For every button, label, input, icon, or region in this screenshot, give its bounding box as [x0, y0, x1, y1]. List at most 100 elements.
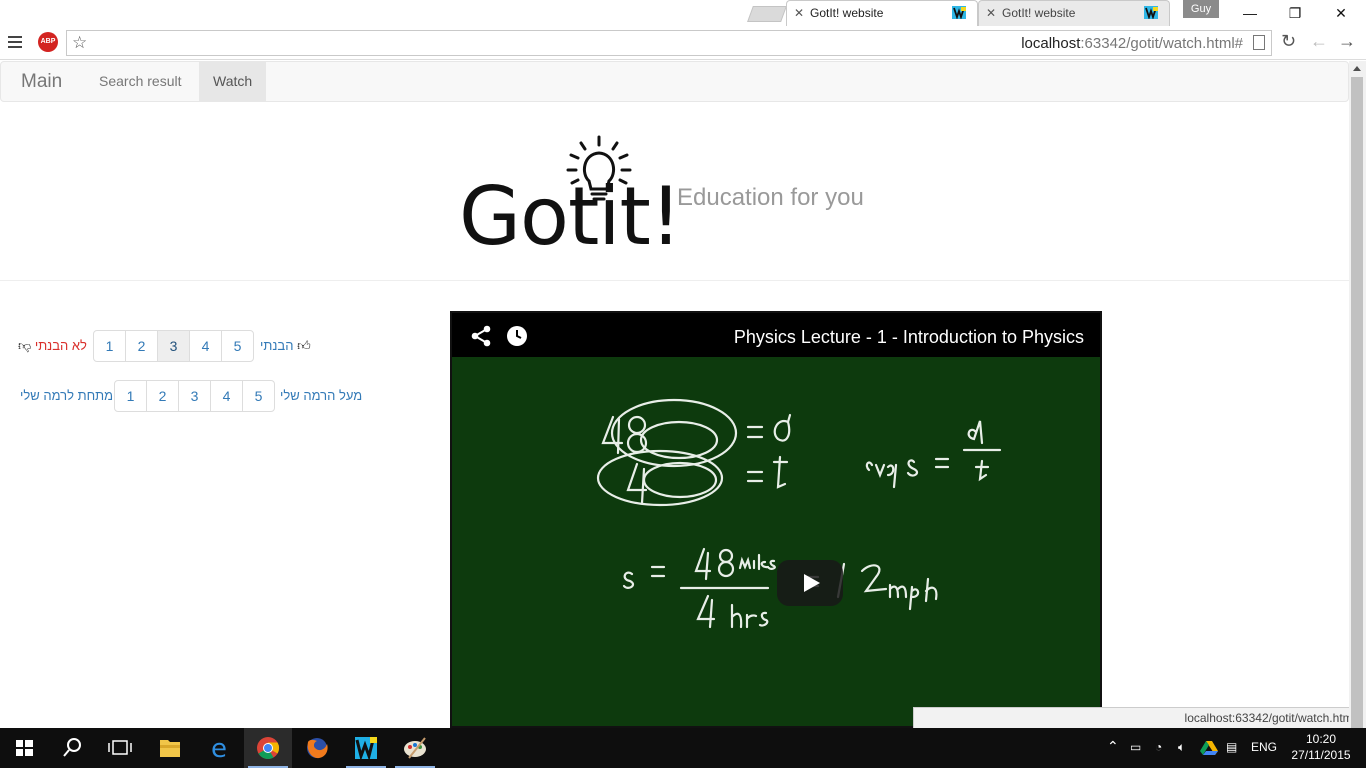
windows-taskbar: e ⌃ ▭ ◔ 🔈︎ ▤ ENG 10:20 27/11/2015 — [0, 728, 1366, 768]
input-language[interactable]: ENG — [1251, 740, 1277, 754]
video-player[interactable]: Physics Lecture - 1 - Introduction to Ph… — [450, 311, 1102, 728]
firefox-button[interactable] — [293, 728, 341, 768]
minimize-icon[interactable]: — — [1227, 0, 1273, 26]
webstorm-button[interactable] — [342, 728, 390, 768]
page-scrollbar[interactable] — [1349, 61, 1366, 733]
new-tab-button[interactable] — [747, 6, 787, 22]
understanding-rating: 👎︎ לא הבנתי 1 2 3 4 5 הבנתי 👍︎ — [18, 330, 318, 362]
bookmark-star-icon[interactable]: ☆ — [72, 33, 87, 53]
not-understood-label[interactable]: 👎︎ לא הבנתי — [18, 338, 87, 354]
understanding-pagination: 1 2 3 4 5 — [93, 330, 254, 362]
edge-icon: e — [211, 734, 227, 764]
play-icon — [804, 574, 820, 592]
level-rating: מתחת לרמה שלי 1 2 3 4 5 מעל הרמה שלי — [18, 380, 363, 412]
nav-watch[interactable]: Watch — [199, 62, 267, 101]
paint-palette-icon — [404, 737, 426, 759]
start-button[interactable] — [0, 728, 48, 768]
taskbar-clock[interactable]: 10:20 27/11/2015 — [1288, 731, 1354, 763]
not-understood-text: לא הבנתי — [34, 338, 87, 353]
logo-wordmark: Gotit! — [459, 170, 682, 263]
tab-title: GotIt! website — [810, 6, 884, 20]
address-toolbar: ABP ☆ localhost:63342/gotit/watch.html# … — [0, 26, 1366, 60]
firefox-icon — [307, 738, 328, 759]
svg-text:e: e — [211, 734, 227, 764]
thumbs-up-icon: 👍︎ — [297, 338, 311, 353]
folder-icon — [160, 740, 180, 757]
action-center-icon[interactable]: ▤ — [1226, 740, 1237, 754]
reload-icon[interactable]: ↻ — [1281, 31, 1296, 52]
understanding-option-1[interactable]: 1 — [93, 330, 126, 362]
header-divider — [0, 280, 1349, 281]
show-hidden-icons[interactable]: ⌃ — [1107, 738, 1119, 755]
adblock-icon[interactable]: ABP — [38, 32, 58, 52]
level-option-3[interactable]: 3 — [178, 380, 211, 412]
webstorm-favicon-icon — [952, 6, 966, 19]
below-level-label[interactable]: מתחת לרמה שלי — [20, 388, 113, 403]
clock-date: 27/11/2015 — [1291, 748, 1351, 762]
status-bubble: localhost:63342/gotit/watch.html# — [913, 707, 1366, 728]
understanding-option-2[interactable]: 2 — [125, 330, 158, 362]
forward-icon[interactable]: ← — [1310, 31, 1328, 52]
above-level-label[interactable]: מעל הרמה שלי — [280, 388, 362, 403]
tab-close-icon[interactable]: ✕ — [986, 6, 996, 20]
battery-icon[interactable]: ▭ — [1130, 740, 1141, 754]
scrollbar-thumb[interactable] — [1351, 77, 1363, 733]
url-host: localhost — [1021, 35, 1081, 52]
understanding-option-4[interactable]: 4 — [189, 330, 222, 362]
level-option-1[interactable]: 1 — [114, 380, 147, 412]
file-explorer-button[interactable] — [146, 728, 194, 768]
webstorm-favicon-icon — [1144, 6, 1158, 19]
gotit-logo: Gotit! — [459, 134, 682, 260]
level-option-5[interactable]: 5 — [242, 380, 275, 412]
paint-button[interactable] — [391, 728, 439, 768]
chalkboard-frame — [452, 357, 1100, 726]
tab-gotit-active[interactable]: ✕ GotIt! website — [786, 0, 978, 26]
volume-icon[interactable]: 🔈︎ — [1178, 740, 1185, 755]
navbar-brand[interactable]: Main — [21, 71, 62, 93]
understood-label[interactable]: הבנתי 👍︎ — [260, 338, 311, 354]
browser-titlebar: ✕ GotIt! website ✕ GotIt! website Guy — … — [0, 0, 1366, 26]
task-view-button[interactable] — [96, 728, 144, 768]
profile-badge[interactable]: Guy — [1183, 0, 1219, 18]
thumbs-down-icon: 👎︎ — [18, 338, 32, 353]
tagline: Education for you — [677, 184, 864, 211]
menu-icon[interactable] — [8, 36, 22, 48]
webstorm-icon — [355, 737, 377, 762]
url-text: localhost:63342/gotit/watch.html# — [1021, 35, 1243, 52]
omnibox[interactable]: ☆ localhost:63342/gotit/watch.html# — [66, 30, 1272, 56]
windows-logo-icon — [16, 740, 33, 756]
back-icon[interactable]: → — [1338, 31, 1356, 52]
task-view-icon — [108, 740, 132, 755]
restore-icon[interactable]: ❐ — [1272, 0, 1318, 26]
tab-gotit-inactive[interactable]: ✕ GotIt! website — [978, 0, 1170, 26]
wifi-icon[interactable]: ◔ — [1155, 740, 1162, 754]
chrome-icon — [257, 737, 279, 759]
url-path: :63342/gotit/watch.html# — [1080, 35, 1243, 52]
clock-hands — [516, 330, 522, 339]
video-title[interactable]: Physics Lecture - 1 - Introduction to Ph… — [734, 327, 1084, 348]
clock-time: 10:20 — [1305, 732, 1337, 746]
watch-later-icon[interactable] — [507, 326, 527, 346]
site-navbar: Main Search result Watch — [0, 61, 1349, 102]
tab-close-icon[interactable]: ✕ — [794, 6, 804, 20]
tab-title: GotIt! website — [1002, 6, 1076, 20]
chrome-button[interactable] — [244, 728, 292, 768]
play-button[interactable] — [777, 560, 843, 606]
search-button[interactable] — [48, 728, 96, 768]
search-icon — [63, 738, 81, 757]
chalk-drawing — [596, 398, 1002, 629]
google-drive-icon[interactable] — [1200, 740, 1218, 756]
understanding-option-5[interactable]: 5 — [221, 330, 254, 362]
edge-button[interactable]: e — [195, 728, 243, 768]
nav-search-result[interactable]: Search result — [85, 62, 195, 101]
share-icon[interactable] — [470, 325, 492, 347]
level-option-2[interactable]: 2 — [146, 380, 179, 412]
understanding-option-3[interactable]: 3 — [157, 330, 190, 362]
close-window-icon[interactable]: ✕ — [1318, 0, 1364, 26]
page-info-icon[interactable] — [1253, 35, 1265, 50]
video-top-bar: Physics Lecture - 1 - Introduction to Ph… — [452, 313, 1100, 357]
understood-text: הבנתי — [260, 338, 294, 353]
level-pagination: 1 2 3 4 5 — [114, 380, 275, 412]
scroll-up-icon[interactable] — [1353, 66, 1361, 71]
level-option-4[interactable]: 4 — [210, 380, 243, 412]
